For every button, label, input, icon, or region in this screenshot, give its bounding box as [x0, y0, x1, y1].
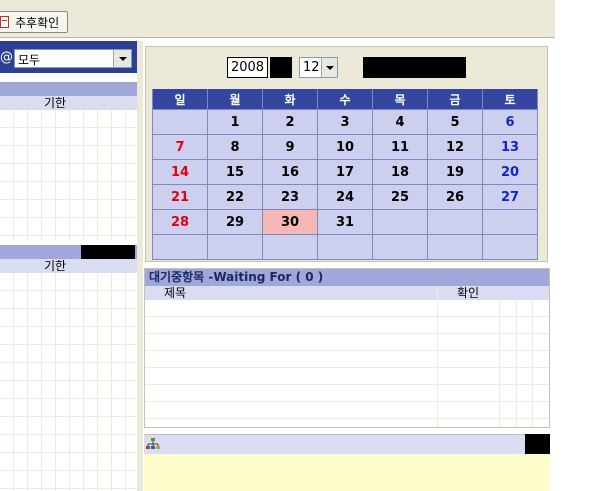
bottom-panel-header	[144, 434, 550, 454]
calendar-day[interactable]: 29	[208, 210, 262, 234]
calendar-day[interactable]: 6	[483, 110, 537, 134]
waiting-list-grid[interactable]	[145, 300, 549, 427]
left-list1-col-deadline: 기한	[44, 96, 67, 110]
calendar-day[interactable]: 2	[263, 110, 317, 134]
calendar-day[interactable]: 16	[263, 160, 317, 184]
calendar-day[interactable]: 8	[208, 135, 262, 159]
waiting-title: 대기중항목 -Waiting For ( 0 )	[145, 269, 549, 286]
chevron-down-icon[interactable]	[113, 50, 131, 67]
column-divider	[532, 300, 533, 427]
month-select-value: 12	[303, 60, 320, 75]
calendar-day[interactable]: 3	[318, 110, 372, 134]
month-select[interactable]: 12	[299, 57, 338, 78]
filter-select[interactable]: 모두	[14, 49, 132, 68]
calendar-empty-cell	[263, 235, 317, 259]
at-icon: @	[0, 50, 13, 65]
calendar-empty-cell	[373, 210, 427, 234]
calendar-day[interactable]: 5	[428, 110, 482, 134]
redacted-block	[81, 245, 135, 259]
left-list2-columns: 기한	[0, 259, 137, 273]
calendar-day[interactable]: 17	[318, 160, 372, 184]
calendar-day[interactable]: 24	[318, 185, 372, 209]
calendar-day[interactable]: 23	[263, 185, 317, 209]
splitter[interactable]	[137, 41, 143, 491]
left-list1-grid[interactable]	[0, 110, 137, 240]
calendar-day[interactable]: 13	[483, 135, 537, 159]
calendar-day[interactable]: 27	[483, 185, 537, 209]
calendar-empty-cell	[153, 110, 207, 134]
left-list2-grid[interactable]	[0, 273, 137, 491]
weekday-header: 월	[208, 89, 262, 109]
confirm-later-label: 추후확인	[15, 15, 60, 30]
calendar-day[interactable]: 12	[428, 135, 482, 159]
calendar-day[interactable]: 10	[318, 135, 372, 159]
year-field[interactable]: 2008	[227, 57, 268, 78]
weekday-header: 토	[483, 89, 537, 109]
redacted-block	[363, 57, 466, 78]
left-list1-columns: 기한	[0, 96, 137, 110]
chevron-down-icon[interactable]	[321, 58, 337, 77]
waiting-col-confirm: 확인	[457, 286, 480, 300]
left-list1-header	[0, 82, 137, 96]
calendar-day[interactable]: 28	[153, 210, 207, 234]
calendar-empty-cell	[208, 235, 262, 259]
redacted-block	[270, 57, 292, 78]
calendar-day[interactable]: 14	[153, 160, 207, 184]
waiting-col-subject: 제목	[164, 286, 187, 300]
calendar-empty-cell	[428, 210, 482, 234]
calendar-day[interactable]: 21	[153, 185, 207, 209]
note-page-icon	[0, 15, 10, 29]
weekday-header: 금	[428, 89, 482, 109]
calendar-empty-cell	[373, 235, 427, 259]
calendar-day[interactable]: 22	[208, 185, 262, 209]
waiting-columns: 제목 확인	[145, 286, 549, 300]
calendar-day[interactable]: 9	[263, 135, 317, 159]
calendar-empty-cell	[428, 235, 482, 259]
calendar-empty-cell	[153, 235, 207, 259]
calendar-empty-cell	[318, 235, 372, 259]
calendar-grid: 일 월 화 수 목 금 토 1 2 3 4 5 6 7 8 9 10 11 12 13 14 15 16 17 18 19 20 21…	[152, 89, 538, 260]
weekday-header: 화	[263, 89, 317, 109]
calendar-day[interactable]: 30	[263, 210, 317, 234]
calendar-day[interactable]: 20	[483, 160, 537, 184]
calendar-day[interactable]: 25	[373, 185, 427, 209]
column-divider	[516, 300, 517, 427]
weekday-header: 수	[318, 89, 372, 109]
calendar-day[interactable]: 4	[373, 110, 427, 134]
calendar-empty-cell	[483, 210, 537, 234]
weekday-header: 일	[153, 89, 207, 109]
column-divider	[437, 286, 438, 427]
calendar-day[interactable]: 15	[208, 160, 262, 184]
redacted-block	[525, 434, 550, 454]
org-chart-icon[interactable]	[146, 437, 160, 451]
weekday-header: 목	[373, 89, 427, 109]
bottom-panel-body	[144, 454, 550, 491]
calendar-day[interactable]: 1	[208, 110, 262, 134]
calendar-day[interactable]: 18	[373, 160, 427, 184]
calendar-day[interactable]: 7	[153, 135, 207, 159]
confirm-later-button[interactable]: 추후확인	[0, 11, 68, 33]
left-list2-col-deadline: 기한	[44, 259, 67, 273]
filter-select-value: 모두	[18, 53, 41, 67]
calendar-empty-cell	[483, 235, 537, 259]
calendar-day[interactable]: 31	[318, 210, 372, 234]
column-divider	[499, 300, 500, 427]
calendar-day[interactable]: 19	[428, 160, 482, 184]
calendar-day[interactable]: 11	[373, 135, 427, 159]
calendar-day[interactable]: 26	[428, 185, 482, 209]
toolbar	[0, 0, 555, 38]
